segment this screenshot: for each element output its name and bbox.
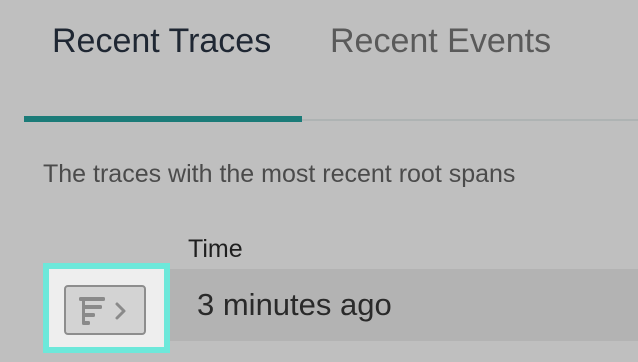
active-tab-indicator	[24, 116, 302, 122]
view-trace-button[interactable]	[43, 263, 170, 353]
tab-recent-events[interactable]: Recent Events	[330, 16, 551, 66]
tab-bar: Recent Traces Recent Events	[0, 0, 638, 122]
trace-time: 3 minutes ago	[197, 287, 392, 322]
trace-waterfall-icon	[64, 285, 146, 335]
traces-description: The traces with the most recent root spa…	[43, 160, 516, 188]
column-header-time: Time	[188, 235, 243, 263]
tab-recent-traces[interactable]: Recent Traces	[52, 16, 271, 66]
